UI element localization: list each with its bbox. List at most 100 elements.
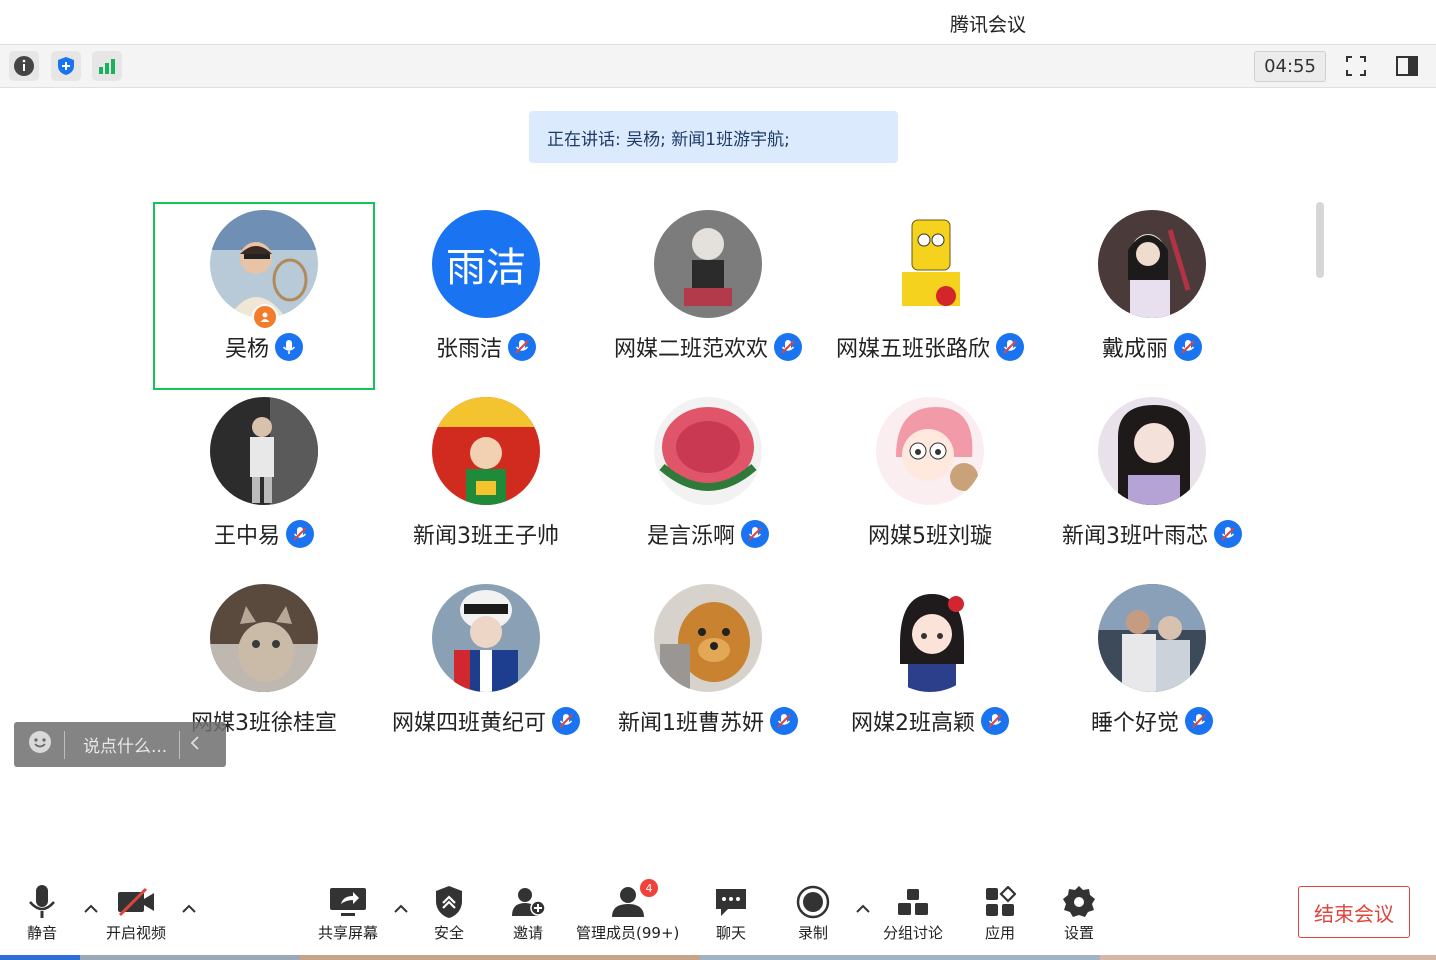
- chevron-left-icon[interactable]: [190, 735, 200, 755]
- mic-muted-icon: [1214, 520, 1242, 548]
- chevron-up-icon[interactable]: [856, 902, 870, 916]
- participant-name-row: 戴成丽: [1032, 330, 1272, 364]
- signal-icon[interactable]: [92, 51, 122, 81]
- avatar: [432, 397, 540, 505]
- members-count-badge: 4: [640, 879, 658, 897]
- security-label: 安全: [433, 924, 464, 942]
- breakout-label: 分组讨论: [883, 924, 944, 942]
- taskbar-strip: [0, 955, 1436, 960]
- record-icon: [791, 884, 835, 920]
- participant-name-row: 新闻1班曹苏妍: [588, 704, 828, 738]
- participant-tile[interactable]: 新闻1班曹苏妍: [588, 576, 828, 756]
- apps-button[interactable]: 应用: [978, 884, 1022, 943]
- avatar: [654, 584, 762, 692]
- participant-name: 网媒四班黄纪可: [391, 711, 546, 736]
- chat-bubble-icon: [709, 884, 753, 920]
- share-screen-icon: [326, 884, 370, 920]
- participant-tile[interactable]: 网媒二班范欢欢: [588, 202, 828, 382]
- mic-muted-icon: [286, 520, 314, 548]
- participant-tile[interactable]: 新闻3班叶雨芯: [1032, 389, 1272, 569]
- mic-muted-icon: [1174, 333, 1202, 361]
- participant-tile[interactable]: 睡个好觉: [1032, 576, 1272, 756]
- meeting-timer: 04:55: [1254, 51, 1326, 82]
- participant-name: 网媒2班高颖: [851, 711, 975, 736]
- gear-icon: [1057, 884, 1101, 920]
- participant-name-row: 新闻3班王子帅: [366, 517, 606, 551]
- participant-tile[interactable]: 是言泺啊: [588, 389, 828, 569]
- chevron-up-icon[interactable]: [394, 902, 408, 916]
- chevron-up-icon[interactable]: [84, 902, 98, 916]
- participant-tile[interactable]: 王中易: [144, 389, 384, 569]
- avatar: [432, 584, 540, 692]
- divider: [179, 730, 181, 759]
- manage-members-label: 管理成员(99+): [576, 924, 680, 942]
- avatar: [1098, 210, 1206, 318]
- mic-muted-icon: [774, 333, 802, 361]
- mute-label: 静音: [26, 924, 57, 942]
- participant-tile[interactable]: 网媒五班张路欣: [810, 202, 1050, 382]
- share-screen-label: 共享屏幕: [318, 924, 379, 942]
- avatar: [654, 210, 762, 318]
- participant-name: 睡个好觉: [1090, 711, 1179, 736]
- record-button[interactable]: 录制: [791, 884, 835, 943]
- participant-name: 网媒5班刘璇: [868, 524, 992, 549]
- mic-muted-icon: [741, 520, 769, 548]
- participant-name-row: 网媒5班刘璇: [810, 517, 1050, 551]
- avatar: [654, 397, 762, 505]
- microphone-icon: [20, 884, 64, 920]
- settings-label: 设置: [1063, 924, 1094, 942]
- sidebar-icon[interactable]: [1392, 51, 1422, 81]
- chevron-up-icon[interactable]: [182, 902, 196, 916]
- avatar: [210, 210, 318, 318]
- invite-button[interactable]: 邀请: [506, 884, 550, 943]
- end-meeting-button[interactable]: 结束会议: [1298, 886, 1410, 938]
- participant-tile[interactable]: 网媒5班刘璇: [810, 389, 1050, 569]
- participant-name-row: 网媒二班范欢欢: [588, 330, 828, 364]
- mic-muted-icon: [770, 707, 798, 735]
- top-toolbar: 04:55: [0, 45, 1436, 88]
- security-button[interactable]: 安全: [427, 884, 471, 943]
- invite-label: 邀请: [512, 924, 543, 942]
- participant-name: 是言泺啊: [646, 524, 735, 549]
- participant-tile[interactable]: 新闻3班王子帅: [366, 389, 606, 569]
- participant-tile[interactable]: 吴杨: [144, 202, 384, 382]
- participant-name-row: 王中易: [144, 517, 384, 551]
- participant-name: 新闻1班曹苏妍: [618, 711, 764, 736]
- participant-tile[interactable]: 网媒2班高颖: [810, 576, 1050, 756]
- participant-name: 新闻3班叶雨芯: [1062, 524, 1208, 549]
- avatar: [1098, 584, 1206, 692]
- participant-name: 网媒二班范欢欢: [613, 337, 768, 362]
- mic-muted-icon: [996, 333, 1024, 361]
- participant-name-row: 张雨洁: [366, 330, 606, 364]
- mic-muted-icon: [981, 707, 1009, 735]
- window-title: 腾讯会议: [950, 14, 1027, 36]
- start-video-button[interactable]: 开启视频: [106, 884, 166, 943]
- avatar: [876, 584, 984, 692]
- participant-name: 新闻3班王子帅: [413, 524, 559, 549]
- mute-button[interactable]: 静音: [20, 884, 64, 943]
- breakout-rooms-button[interactable]: 分组讨论: [883, 884, 943, 943]
- info-icon[interactable]: [9, 51, 39, 81]
- participant-name-row: 网媒四班黄纪可: [366, 704, 606, 738]
- avatar: [876, 210, 984, 318]
- fullscreen-icon[interactable]: [1341, 51, 1371, 81]
- participant-name-row: 新闻3班叶雨芯: [1032, 517, 1272, 551]
- shield-icon[interactable]: [51, 51, 81, 81]
- title-bar: 腾讯会议: [0, 0, 1436, 45]
- manage-members-button[interactable]: 管理成员(99+): [576, 884, 679, 943]
- participant-tile[interactable]: 网媒四班黄纪可: [366, 576, 606, 756]
- avatar: [876, 397, 984, 505]
- settings-button[interactable]: 设置: [1057, 884, 1101, 943]
- emoji-icon[interactable]: [28, 730, 52, 759]
- avatar: [210, 584, 318, 692]
- participant-tile[interactable]: 戴成丽: [1032, 202, 1272, 382]
- avatar: 雨洁: [432, 210, 540, 318]
- participant-name: 王中易: [213, 524, 280, 549]
- share-screen-button[interactable]: 共享屏幕: [318, 884, 378, 943]
- participant-tile[interactable]: 雨洁 张雨洁: [366, 202, 606, 382]
- chat-button[interactable]: 聊天: [709, 884, 753, 943]
- avatar: [1098, 397, 1206, 505]
- mic-muted-icon: [508, 333, 536, 361]
- grid-scrollbar[interactable]: [1316, 202, 1324, 278]
- chat-quick-input[interactable]: 说点什么...: [14, 722, 226, 767]
